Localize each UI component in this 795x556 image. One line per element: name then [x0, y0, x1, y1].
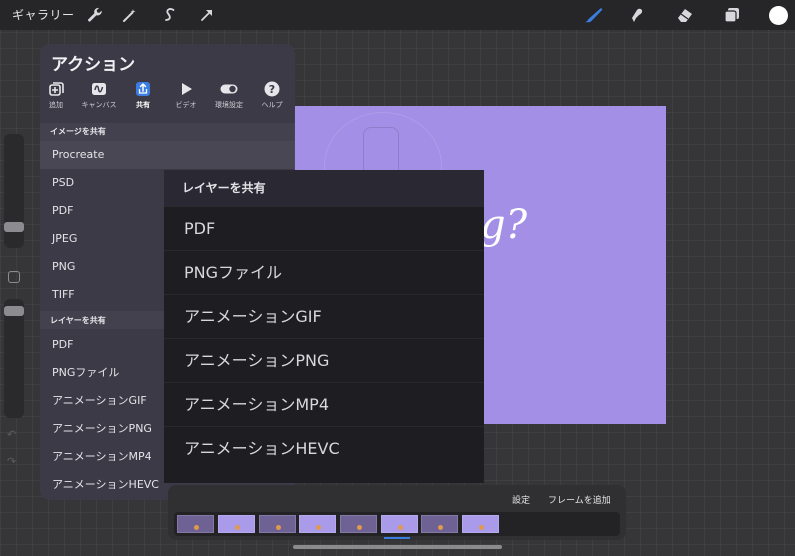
- svg-text:?: ?: [269, 83, 275, 96]
- tab-share[interactable]: 共有: [122, 80, 164, 110]
- tab-add[interactable]: 追加: [40, 80, 77, 110]
- share-image-procreate[interactable]: Procreate: [40, 141, 295, 169]
- frame-thumbnail[interactable]: [462, 515, 499, 533]
- frame-strip: [174, 512, 620, 536]
- brush-icon[interactable]: [583, 6, 605, 24]
- wrench-icon[interactable]: [86, 6, 104, 24]
- transform-arrow-icon[interactable]: [198, 6, 216, 24]
- undo-icon[interactable]: ↶: [7, 428, 19, 441]
- popup-item-animated-hevc[interactable]: アニメーションHEVC: [164, 426, 484, 470]
- tab-help[interactable]: ? ヘルプ: [251, 80, 293, 110]
- help-icon: ?: [263, 80, 281, 98]
- play-icon: [177, 80, 195, 98]
- opacity-slider[interactable]: [4, 299, 24, 418]
- share-image-header: イメージを共有: [50, 127, 106, 136]
- layers-icon[interactable]: [723, 6, 741, 24]
- share-layers-header: レイヤーを共有: [50, 316, 106, 325]
- popup-item-animated-gif[interactable]: アニメーションGIF: [164, 294, 484, 338]
- home-indicator[interactable]: [293, 545, 502, 549]
- popup-item-animated-mp4[interactable]: アニメーションMP4: [164, 382, 484, 426]
- color-picker-button[interactable]: [769, 6, 788, 25]
- canvas-text: g?: [480, 202, 528, 248]
- add-frame-button[interactable]: フレームを追加: [548, 493, 611, 506]
- actions-tabbar: 追加 キャンバス 共有 ビデオ 環境設定 ? ヘルプ: [40, 80, 295, 114]
- panel-title: アクション: [51, 55, 136, 75]
- opacity-thumb[interactable]: [4, 306, 24, 316]
- timeline-settings-button[interactable]: 設定: [512, 493, 530, 506]
- frame-thumbnail-selected[interactable]: [381, 515, 418, 533]
- eraser-icon[interactable]: [676, 6, 694, 24]
- frame-thumbnail[interactable]: [218, 515, 255, 533]
- popup-item-png-files[interactable]: PNGファイル: [164, 250, 484, 294]
- brush-size-thumb[interactable]: [4, 222, 24, 232]
- frame-thumbnail[interactable]: [421, 515, 458, 533]
- selected-frame-indicator: [384, 537, 410, 539]
- frame-thumbnail[interactable]: [259, 515, 296, 533]
- canvas-icon: [90, 80, 108, 98]
- popup-item-animated-png[interactable]: アニメーションPNG: [164, 338, 484, 382]
- popup-item-pdf[interactable]: PDF: [164, 206, 484, 250]
- add-icon: [47, 80, 65, 98]
- popup-header: レイヤーを共有: [164, 170, 484, 206]
- smudge-icon[interactable]: [628, 6, 646, 24]
- tab-video[interactable]: ビデオ: [165, 80, 207, 110]
- share-icon: [134, 80, 152, 98]
- gallery-button[interactable]: ギャラリー: [12, 6, 75, 23]
- redo-icon[interactable]: ↷: [7, 455, 19, 468]
- frame-thumbnail[interactable]: [177, 515, 214, 533]
- selection-s-icon[interactable]: [161, 6, 179, 24]
- animation-timeline: 設定 フレームを追加: [168, 485, 626, 540]
- magic-wand-icon[interactable]: [121, 6, 139, 24]
- top-toolbar: ギャラリー: [0, 0, 795, 30]
- sidebar-sliders: [4, 134, 24, 418]
- frame-thumbnail[interactable]: [299, 515, 336, 533]
- modify-button[interactable]: [8, 271, 20, 283]
- toggle-icon: [220, 80, 238, 98]
- tab-canvas[interactable]: キャンバス: [78, 80, 120, 110]
- share-layers-popup: レイヤーを共有 PDF PNGファイル アニメーションGIF アニメーションPN…: [164, 170, 484, 483]
- tab-preferences[interactable]: 環境設定: [208, 80, 250, 110]
- frame-thumbnail[interactable]: [340, 515, 377, 533]
